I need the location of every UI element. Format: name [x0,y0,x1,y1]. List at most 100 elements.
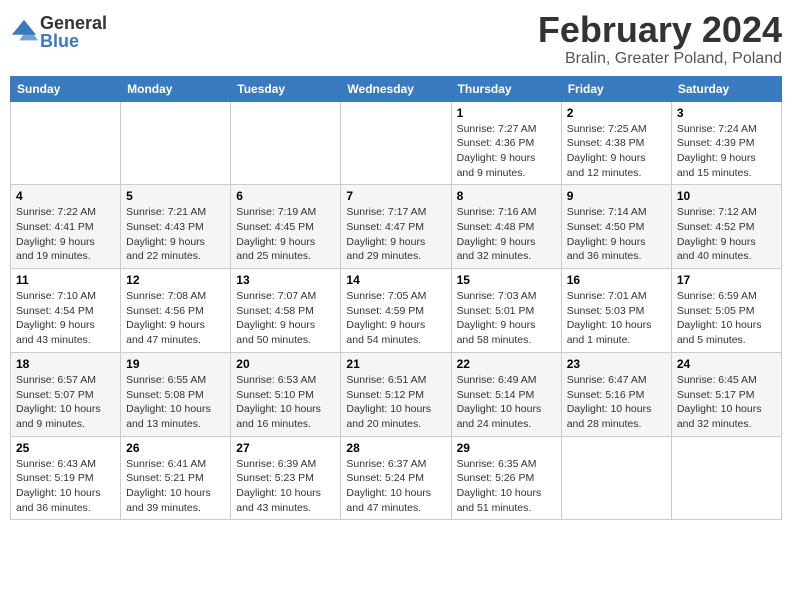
day-info: Sunrise: 7:22 AM Sunset: 4:41 PM Dayligh… [16,205,115,264]
day-number: 6 [236,189,335,203]
day-info: Sunrise: 6:59 AM Sunset: 5:05 PM Dayligh… [677,289,776,348]
day-info: Sunrise: 7:08 AM Sunset: 4:56 PM Dayligh… [126,289,225,348]
day-info: Sunrise: 7:16 AM Sunset: 4:48 PM Dayligh… [457,205,556,264]
day-info: Sunrise: 6:57 AM Sunset: 5:07 PM Dayligh… [16,373,115,432]
day-number: 12 [126,273,225,287]
day-number: 22 [457,357,556,371]
weekday-header: Friday [561,76,671,101]
week-row: 18Sunrise: 6:57 AM Sunset: 5:07 PM Dayli… [11,352,782,436]
day-number: 16 [567,273,666,287]
day-cell: 3Sunrise: 7:24 AM Sunset: 4:39 PM Daylig… [671,101,781,185]
day-cell [121,101,231,185]
day-info: Sunrise: 6:53 AM Sunset: 5:10 PM Dayligh… [236,373,335,432]
weekday-header: Sunday [11,76,121,101]
day-number: 14 [346,273,445,287]
day-cell: 29 Sunrise: 6:35 AM Sunset: 5:26 PM Dayli… [451,436,561,520]
day-info: Sunrise: 6:39 AM Sunset: 5:23 PM Dayligh… [236,457,335,516]
day-info: Sunrise: 6:49 AM Sunset: 5:14 PM Dayligh… [457,373,556,432]
day-number: 23 [567,357,666,371]
day-info: Sunrise: 6:41 AM Sunset: 5:21 PM Dayligh… [126,457,225,516]
day-cell: 5 Sunrise: 7:21 AM Sunset: 4:43 PM Daylig… [121,185,231,269]
weekday-header: Wednesday [341,76,451,101]
day-cell: 25 Sunrise: 6:43 AM Sunset: 5:19 PM Dayli… [11,436,121,520]
day-cell [341,101,451,185]
day-info: Sunrise: 6:43 AM Sunset: 5:19 PM Dayligh… [16,457,115,516]
calendar: SundayMondayTuesdayWednesdayThursdayFrid… [10,76,782,521]
logo: General Blue [10,14,107,50]
day-cell [11,101,121,185]
month-title: February 2024 [538,10,782,50]
weekday-header: Saturday [671,76,781,101]
day-number: 9 [567,189,666,203]
day-cell: 16 Sunrise: 7:01 AM Sunset: 5:03 PM Dayli… [561,269,671,353]
week-row: 11Sunrise: 7:10 AM Sunset: 4:54 PM Dayli… [11,269,782,353]
day-cell: 9 Sunrise: 7:14 AM Sunset: 4:50 PM Daylig… [561,185,671,269]
title-area: February 2024 Bralin, Greater Poland, Po… [538,10,782,68]
day-number: 1 [457,106,556,120]
day-info: Sunrise: 6:47 AM Sunset: 5:16 PM Dayligh… [567,373,666,432]
day-number: 20 [236,357,335,371]
day-cell: 14 Sunrise: 7:05 AM Sunset: 4:59 PM Dayli… [341,269,451,353]
day-cell: 24 Sunrise: 6:45 AM Sunset: 5:17 PM Dayli… [671,352,781,436]
weekday-header-row: SundayMondayTuesdayWednesdayThursdayFrid… [11,76,782,101]
day-number: 2 [567,106,666,120]
week-row: 4 Sunrise: 7:22 AM Sunset: 4:41 PM Daylig… [11,185,782,269]
weekday-header: Thursday [451,76,561,101]
day-info: Sunrise: 6:37 AM Sunset: 5:24 PM Dayligh… [346,457,445,516]
day-cell [671,436,781,520]
day-number: 29 [457,441,556,455]
day-cell: 20 Sunrise: 6:53 AM Sunset: 5:10 PM Dayli… [231,352,341,436]
day-number: 21 [346,357,445,371]
week-row: 25 Sunrise: 6:43 AM Sunset: 5:19 PM Dayli… [11,436,782,520]
location-subtitle: Bralin, Greater Poland, Poland [538,50,782,68]
day-info: Sunrise: 7:19 AM Sunset: 4:45 PM Dayligh… [236,205,335,264]
day-info: Sunrise: 7:21 AM Sunset: 4:43 PM Dayligh… [126,205,225,264]
day-number: 13 [236,273,335,287]
logo-icon [10,18,38,46]
day-number: 10 [677,189,776,203]
day-info: Sunrise: 7:05 AM Sunset: 4:59 PM Dayligh… [346,289,445,348]
day-info: Sunrise: 7:25 AM Sunset: 4:38 PM Dayligh… [567,122,666,181]
day-info: Sunrise: 7:10 AM Sunset: 4:54 PM Dayligh… [16,289,115,348]
day-cell: 12 Sunrise: 7:08 AM Sunset: 4:56 PM Dayli… [121,269,231,353]
day-cell: 6 Sunrise: 7:19 AM Sunset: 4:45 PM Daylig… [231,185,341,269]
day-cell: 15Sunrise: 7:03 AM Sunset: 5:01 PM Dayli… [451,269,561,353]
day-cell: 10 Sunrise: 7:12 AM Sunset: 4:52 PM Dayli… [671,185,781,269]
day-cell: 7Sunrise: 7:17 AM Sunset: 4:47 PM Daylig… [341,185,451,269]
day-info: Sunrise: 7:01 AM Sunset: 5:03 PM Dayligh… [567,289,666,348]
day-cell: 13 Sunrise: 7:07 AM Sunset: 4:58 PM Dayli… [231,269,341,353]
day-cell: 21 Sunrise: 6:51 AM Sunset: 5:12 PM Dayli… [341,352,451,436]
day-number: 3 [677,106,776,120]
logo-text: General Blue [40,14,107,50]
day-number: 25 [16,441,115,455]
day-number: 19 [126,357,225,371]
day-number: 28 [346,441,445,455]
logo-blue: Blue [40,32,107,50]
day-cell: 1Sunrise: 7:27 AM Sunset: 4:36 PM Daylig… [451,101,561,185]
day-number: 4 [16,189,115,203]
day-info: Sunrise: 6:45 AM Sunset: 5:17 PM Dayligh… [677,373,776,432]
day-cell: 22 Sunrise: 6:49 AM Sunset: 5:14 PM Dayli… [451,352,561,436]
day-number: 24 [677,357,776,371]
day-info: Sunrise: 7:17 AM Sunset: 4:47 PM Dayligh… [346,205,445,264]
day-cell: 27 Sunrise: 6:39 AM Sunset: 5:23 PM Dayli… [231,436,341,520]
day-info: Sunrise: 6:35 AM Sunset: 5:26 PM Dayligh… [457,457,556,516]
day-cell: 17 Sunrise: 6:59 AM Sunset: 5:05 PM Dayli… [671,269,781,353]
day-info: Sunrise: 7:07 AM Sunset: 4:58 PM Dayligh… [236,289,335,348]
day-info: Sunrise: 7:12 AM Sunset: 4:52 PM Dayligh… [677,205,776,264]
day-cell: 4 Sunrise: 7:22 AM Sunset: 4:41 PM Daylig… [11,185,121,269]
day-number: 26 [126,441,225,455]
weekday-header: Tuesday [231,76,341,101]
day-info: Sunrise: 7:03 AM Sunset: 5:01 PM Dayligh… [457,289,556,348]
day-cell: 11Sunrise: 7:10 AM Sunset: 4:54 PM Dayli… [11,269,121,353]
day-number: 5 [126,189,225,203]
day-number: 17 [677,273,776,287]
logo-general: General [40,14,107,32]
day-info: Sunrise: 6:51 AM Sunset: 5:12 PM Dayligh… [346,373,445,432]
weekday-header: Monday [121,76,231,101]
day-info: Sunrise: 7:14 AM Sunset: 4:50 PM Dayligh… [567,205,666,264]
day-number: 27 [236,441,335,455]
day-info: Sunrise: 6:55 AM Sunset: 5:08 PM Dayligh… [126,373,225,432]
day-cell: 28 Sunrise: 6:37 AM Sunset: 5:24 PM Dayli… [341,436,451,520]
day-cell: 18Sunrise: 6:57 AM Sunset: 5:07 PM Dayli… [11,352,121,436]
